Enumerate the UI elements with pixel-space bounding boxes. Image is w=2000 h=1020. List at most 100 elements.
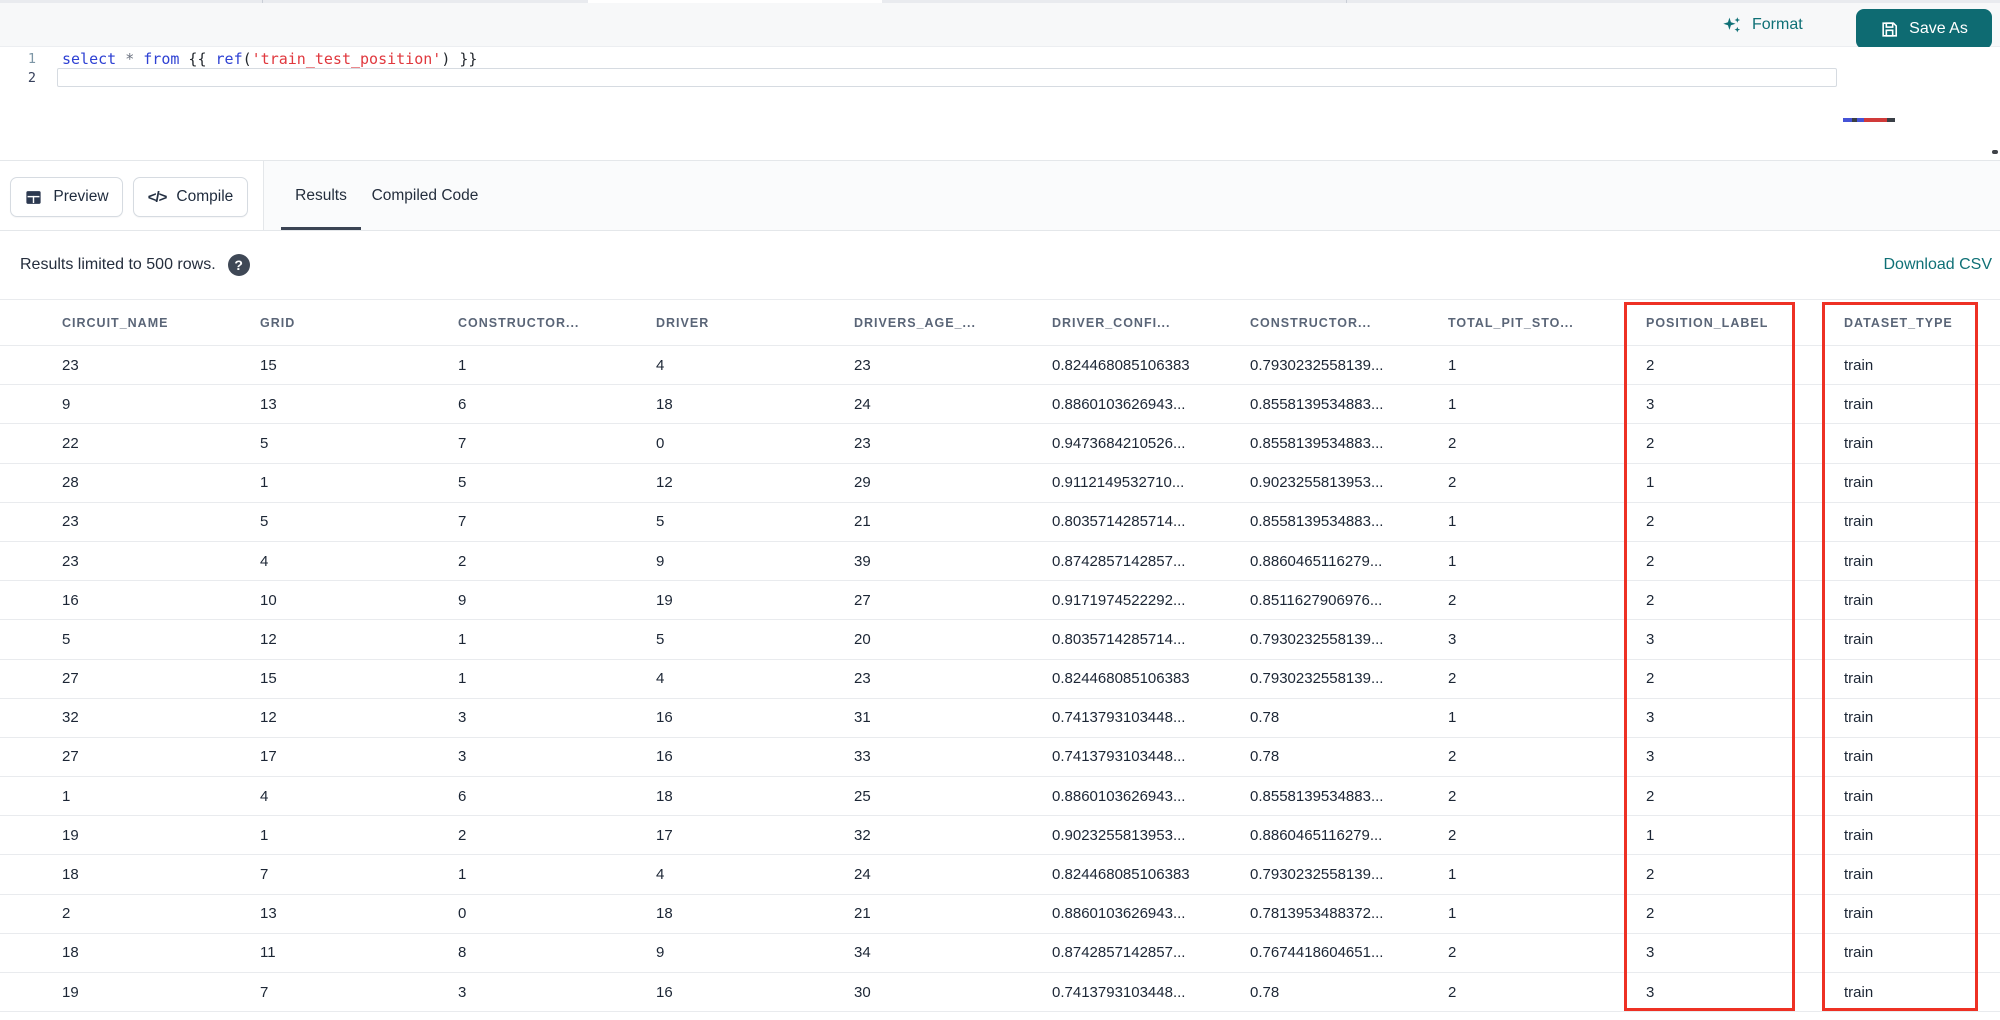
tab-results[interactable]: Results xyxy=(281,161,361,230)
table-cell: 2 xyxy=(62,905,71,923)
table-cell: 4 xyxy=(656,866,665,884)
tab-compiled-code[interactable]: Compiled Code xyxy=(365,161,485,230)
table-cell: 3 xyxy=(458,983,467,1001)
table-cell: 12 xyxy=(260,709,277,727)
table-cell: 30 xyxy=(854,983,871,1001)
table-cell: 19 xyxy=(62,983,79,1001)
table-cell: 15 xyxy=(260,670,277,688)
table-cell: 2 xyxy=(458,826,467,844)
table-cell: 1 xyxy=(1448,395,1457,413)
table-cell: 1 xyxy=(62,787,71,805)
table-cell: 27 xyxy=(62,748,79,766)
table-cell: 1 xyxy=(1448,552,1457,570)
table-cell: 3 xyxy=(1448,630,1457,648)
table-cell: 27 xyxy=(62,670,79,688)
table-row: 2 13 0 18 21 0.8860103626943... 0.781395348837… xyxy=(0,894,2000,934)
code-token: 'train_test_position' xyxy=(251,49,442,68)
table-cell: 0.8035714285714... xyxy=(1052,630,1186,648)
table-cell: 0.8860103626943... xyxy=(1052,905,1186,923)
format-button[interactable]: Format xyxy=(1722,3,1803,47)
table-cell: 0.8860465116279... xyxy=(1250,826,1383,844)
table-cell: 0 xyxy=(458,905,467,923)
table-cell: 0.9023255813953... xyxy=(1250,474,1384,492)
table-cell: 0.9171974522292... xyxy=(1052,591,1186,609)
table-cell: 8 xyxy=(458,944,467,962)
table-cell: 31 xyxy=(854,709,871,727)
table-cell: 18 xyxy=(656,787,673,805)
download-csv-link[interactable]: Download CSV xyxy=(1884,231,1993,299)
table-cell: 17 xyxy=(656,826,673,844)
table-row: 23 4 2 9 39 0.8742857142857... 0.8860465116279… xyxy=(0,541,2000,582)
format-label: Format xyxy=(1752,16,1803,33)
table-cell: 2 xyxy=(1448,474,1457,492)
table-cell: 2 xyxy=(1646,670,1655,688)
editor-scrollbar[interactable] xyxy=(1992,150,1998,154)
table-cell: 7 xyxy=(260,866,269,884)
table-row: 9 13 6 18 24 0.8860103626943... 0.855813953488… xyxy=(0,385,2000,425)
table-cell: 0 xyxy=(656,434,665,452)
preview-button[interactable]: Preview xyxy=(10,177,123,217)
column-header-position-label: POSITION_LABEL xyxy=(1646,315,1769,330)
results-table: CIRCUIT_NAME GRID CONSTRUCTOR... DRIVER DRIV… xyxy=(0,299,2000,1013)
table-cell: 0.8035714285714... xyxy=(1052,513,1186,531)
table-cell: train xyxy=(1844,434,1874,452)
table-row: 19 1 2 17 32 0.9023255813953... 0.886046511627… xyxy=(0,816,2000,856)
table-cell: 5 xyxy=(656,630,665,648)
table-cell: 2 xyxy=(1448,944,1457,962)
table-cell: 23 xyxy=(854,670,871,688)
table-cell: 2 xyxy=(1646,787,1655,805)
help-icon[interactable]: ? xyxy=(227,254,250,276)
table-cell: 1 xyxy=(1448,709,1457,727)
table-cell: 1 xyxy=(260,474,269,492)
table-cell: 0.7813953488372... xyxy=(1250,905,1384,923)
table-cell: 22 xyxy=(62,434,79,452)
table-cell: 2 xyxy=(458,552,467,570)
table-cell: 17 xyxy=(260,748,277,766)
table-row: 32 12 3 16 31 0.7413793103448... 0.78 1 3 train xyxy=(0,698,2000,738)
code-line-1-text: select * from {{ ref('train_test_positio… xyxy=(62,50,477,68)
table-cell: 0.8558139534883... xyxy=(1250,434,1384,452)
table-cell: train xyxy=(1844,826,1874,844)
table-cell: 6 xyxy=(458,787,467,805)
tabs-zone xyxy=(263,161,2000,230)
table-cell: 2 xyxy=(1448,787,1457,805)
table-cell: 5 xyxy=(260,434,269,452)
table-cell: 2 xyxy=(1448,983,1457,1001)
table-cell: 2 xyxy=(1448,826,1457,844)
column-header-drivers-age-: DRIVERS_AGE_... xyxy=(854,315,976,330)
table-cell: 4 xyxy=(656,670,665,688)
table-cell: 16 xyxy=(656,709,673,727)
table-cell: 0.824468085106383 xyxy=(1052,866,1190,884)
table-cell: 2 xyxy=(1646,356,1655,374)
preview-label: Preview xyxy=(53,188,109,205)
table-cell: 0.78 xyxy=(1250,983,1280,1001)
column-header-dataset-type: DATASET_TYPE xyxy=(1844,315,1953,330)
table-cell: 6 xyxy=(458,395,467,413)
table-cell: 1 xyxy=(458,670,467,688)
table-cell: 7 xyxy=(260,983,269,1001)
table-cell: 0.78 xyxy=(1250,748,1280,766)
table-cell: 3 xyxy=(1646,395,1655,413)
column-header-circuit-name: CIRCUIT_NAME xyxy=(62,315,169,330)
table-cell: 4 xyxy=(260,787,269,805)
table-cell: 4 xyxy=(656,356,665,374)
table-row: 27 17 3 16 33 0.7413793103448... 0.78 2 3 train xyxy=(0,737,2000,778)
table-cell: 0.8558139534883... xyxy=(1250,395,1384,413)
table-cell: 0.7674418604651... xyxy=(1250,944,1384,962)
save-as-button[interactable]: Save As xyxy=(1856,9,1992,49)
table-cell: 23 xyxy=(854,356,871,374)
table-cell: 0.7413793103448... xyxy=(1052,709,1186,727)
table-cell: 3 xyxy=(1646,709,1655,727)
table-cell: 2 xyxy=(1646,434,1655,452)
table-cell: 4 xyxy=(260,552,269,570)
table-cell: 3 xyxy=(458,709,467,727)
sql-code-editor[interactable]: 1 select * from {{ ref('train_test_posit… xyxy=(0,47,2000,161)
table-row: 16 10 9 19 27 0.9171974522292... 0.85116279069… xyxy=(0,581,2000,621)
table-cell: 0.7413793103448... xyxy=(1052,983,1186,1001)
compile-button[interactable]: </> Compile xyxy=(133,177,248,217)
table-cell: 0.8742857142857... xyxy=(1052,552,1186,570)
sql-ide-panel: Format Save As 1 select * from {{ ref('t… xyxy=(0,0,2000,1020)
table-row: 27 15 1 4 23 0.824468085106383 0.7930232558139… xyxy=(0,659,2000,699)
table-header-row: CIRCUIT_NAME GRID CONSTRUCTOR... DRIVER DRIV… xyxy=(0,300,2000,346)
